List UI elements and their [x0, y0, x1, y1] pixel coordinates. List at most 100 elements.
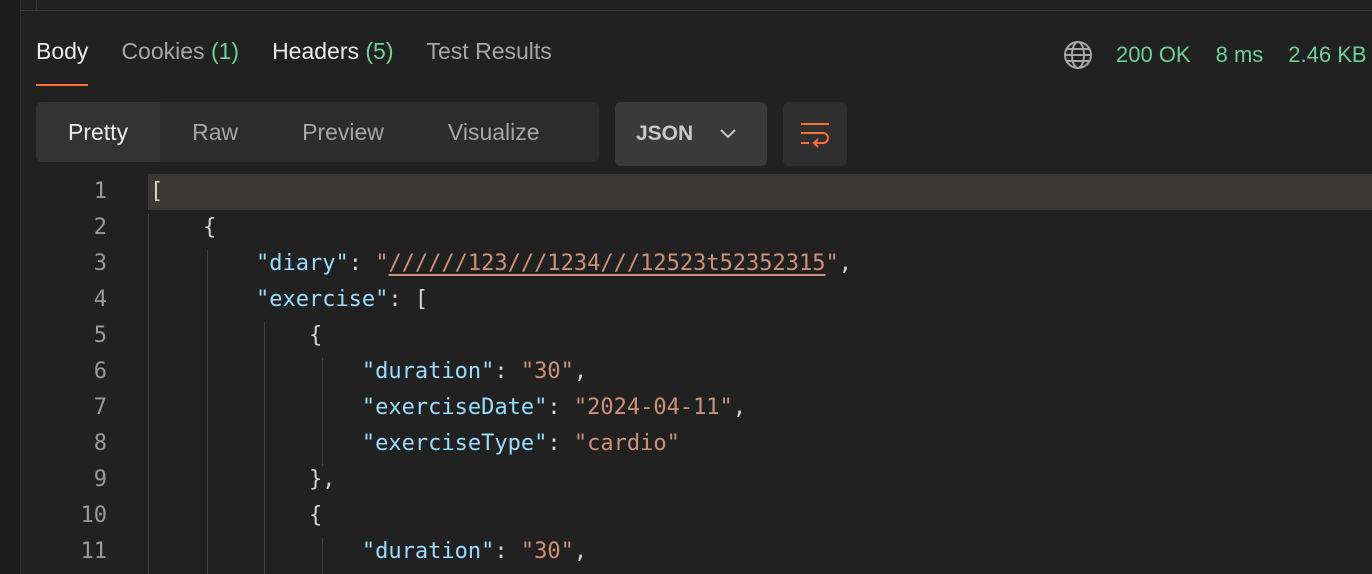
indent-guide: [207, 250, 208, 574]
code-line: 1[: [0, 174, 1372, 210]
line-number: 6: [93, 359, 107, 384]
json-punct: [150, 395, 362, 420]
code-text: "exercise": [: [150, 282, 428, 318]
code-line: 10 {: [0, 498, 1372, 534]
indent-guide: [322, 358, 323, 466]
json-punct: :: [348, 251, 376, 276]
code-text: {: [150, 210, 216, 246]
json-punct: [150, 287, 256, 312]
tab-label: Headers: [272, 38, 359, 64]
line-number: 7: [93, 395, 107, 420]
code-line: 4 "exercise": [: [0, 282, 1372, 318]
indent-guide: [148, 214, 149, 574]
json-punct: ,: [838, 251, 853, 276]
view-visualize-button[interactable]: Visualize: [416, 102, 572, 162]
format-select[interactable]: JSON: [615, 102, 767, 166]
code-text: [: [150, 174, 163, 210]
line-number: 11: [80, 539, 108, 564]
json-string: ": [375, 251, 389, 276]
code-line: 7 "exerciseDate": "2024-04-11",: [0, 390, 1372, 426]
view-pretty-button[interactable]: Pretty: [36, 102, 161, 162]
code-text: "duration": "30",: [150, 534, 587, 570]
json-punct: [150, 251, 256, 276]
indent-guide: [264, 322, 265, 574]
json-punct: {: [150, 503, 323, 528]
json-string: "cardio": [573, 431, 680, 456]
line-number: 10: [80, 503, 108, 528]
code-line: 9 },: [0, 462, 1372, 498]
json-punct: [150, 359, 362, 384]
code-text: "diary": "//////123///1234///12523t52352…: [150, 246, 852, 282]
code-text: "exerciseType": "cardio": [150, 426, 680, 462]
tab-body[interactable]: Body: [36, 38, 89, 86]
code-text: },: [150, 462, 336, 498]
current-line-highlight: [148, 174, 1372, 210]
line-number: 3: [93, 251, 107, 276]
code-text: "exerciseDate": "2024-04-11",: [150, 390, 746, 426]
json-string: "30": [520, 539, 574, 564]
line-number: 5: [93, 323, 107, 348]
response-time[interactable]: 8 ms: [1216, 42, 1264, 68]
tab-label: Test Results: [426, 38, 552, 64]
json-string: "2024-04-11": [573, 395, 733, 420]
json-punct: ,: [573, 359, 588, 384]
line-number: 1: [93, 179, 107, 204]
json-punct: [150, 539, 362, 564]
response-body-editor[interactable]: 1[2 {3 "diary": "//////123///1234///1252…: [0, 174, 1372, 574]
response-tabs: Body Cookies (1) Headers (5) Test Result…: [36, 38, 585, 86]
code-line: 11 "duration": "30",: [0, 534, 1372, 570]
json-string[interactable]: //////123///1234///12523t52352315: [388, 251, 825, 276]
line-number: 8: [93, 431, 107, 456]
status-code[interactable]: 200 OK: [1116, 42, 1191, 68]
json-punct: [: [150, 179, 164, 204]
tab-headers[interactable]: Headers (5): [272, 38, 393, 86]
response-status: 200 OK 8 ms 2.46 KB: [1062, 38, 1372, 72]
globe-icon[interactable]: [1062, 39, 1094, 71]
view-mode-bar: Pretty Raw Preview Visualize: [36, 102, 599, 162]
tab-label: Body: [36, 38, 89, 64]
indent-guide: [322, 538, 323, 574]
code-line: 6 "duration": "30",: [0, 354, 1372, 390]
json-key: "exercise": [255, 287, 389, 312]
line-number: 2: [93, 215, 107, 240]
json-punct: : [: [388, 287, 429, 312]
json-punct: :: [494, 359, 521, 384]
tab-test-results[interactable]: Test Results: [427, 38, 552, 86]
wrap-lines-icon: [801, 123, 829, 148]
code-line: 2 {: [0, 210, 1372, 246]
tab-cookies[interactable]: Cookies (1): [121, 38, 239, 86]
view-raw-button[interactable]: Raw: [160, 102, 270, 162]
line-number: 4: [93, 287, 107, 312]
code-text: {: [150, 318, 322, 354]
json-key: "duration": [361, 359, 495, 384]
json-string: ": [825, 251, 839, 276]
json-string: "30": [520, 359, 574, 384]
json-key: "exerciseDate": [361, 395, 548, 420]
view-preview-button[interactable]: Preview: [270, 102, 416, 162]
json-key: "duration": [361, 539, 495, 564]
tab-count: (5): [365, 38, 394, 64]
code-line: 8 "exerciseType": "cardio": [0, 426, 1372, 462]
tab-count: (1): [210, 38, 240, 64]
json-punct: {: [150, 215, 217, 240]
code-line: 5 {: [0, 318, 1372, 354]
json-punct: },: [150, 467, 336, 492]
chevron-down-icon: [720, 129, 736, 139]
response-size[interactable]: 2.46 KB: [1288, 42, 1366, 68]
request-panel-edge: [20, 0, 1372, 11]
json-punct: :: [494, 539, 521, 564]
json-key: "exerciseType": [361, 431, 548, 456]
json-punct: ,: [732, 395, 747, 420]
tab-label: Cookies: [121, 38, 205, 64]
code-text: {: [150, 498, 322, 534]
json-key: "diary": [255, 251, 349, 276]
json-punct: [150, 431, 362, 456]
format-select-value: JSON: [636, 122, 694, 145]
code-line: 3 "diary": "//////123///1234///12523t523…: [0, 246, 1372, 282]
json-punct: ,: [573, 539, 588, 564]
line-number: 9: [93, 467, 107, 492]
json-punct: :: [547, 395, 574, 420]
wrap-lines-button[interactable]: [783, 102, 847, 166]
json-punct: {: [150, 323, 323, 348]
json-punct: :: [547, 431, 574, 456]
